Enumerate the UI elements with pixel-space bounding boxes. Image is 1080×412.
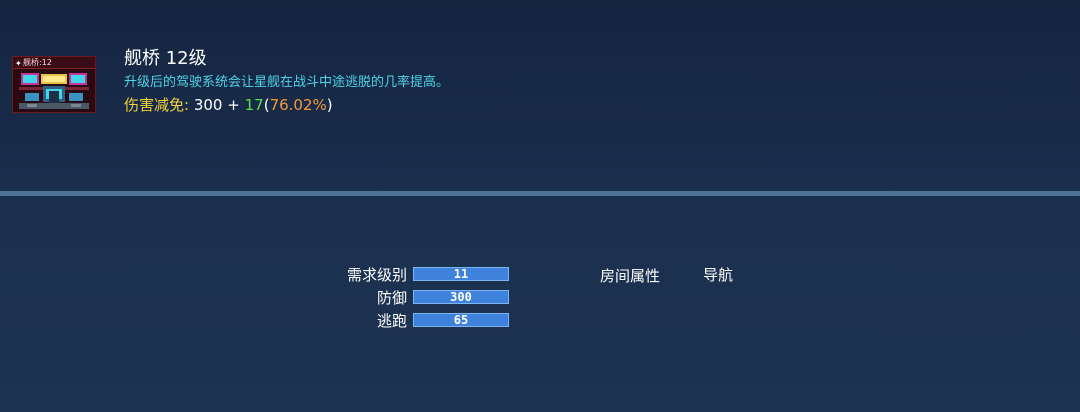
room-property-value: 导航 <box>703 266 734 284</box>
room-icon-label: 舰桥:12 <box>23 58 52 67</box>
room-description: 升级后的驾驶系统会让星舰在战斗中途逃脱的几率提高。 <box>124 75 450 90</box>
stat-bar-required-level: 11 <box>413 267 509 281</box>
damage-reduction-percent: 76.02% <box>269 96 327 114</box>
stat-bar-defense: 300 <box>413 290 509 304</box>
room-stats-panel <box>0 196 1080 412</box>
stat-bar-escape: 65 <box>413 313 509 327</box>
damage-reduction-bonus: 17 <box>244 96 264 114</box>
stat-label-escape: 逃跑 <box>376 312 407 330</box>
damage-reduction: 伤害减免: 300 + 17(76.02%) <box>124 95 333 115</box>
damage-reduction-plus: + <box>227 96 240 114</box>
stat-label-defense: 防御 <box>376 289 407 307</box>
damage-reduction-base: 300 <box>193 96 223 114</box>
room-icon-label-bar: ✦ 舰桥:12 <box>13 57 95 69</box>
bridge-console-icon <box>19 71 89 109</box>
damage-reduction-close-paren: ) <box>326 96 333 114</box>
stat-label-required-level: 需求级别 <box>346 266 407 284</box>
crew-emblem-icon: ✦ <box>15 59 22 68</box>
room-title: 舰桥 12级 <box>124 48 207 69</box>
damage-reduction-label: 伤害减免: <box>124 96 190 114</box>
room-property-label: 房间属性 <box>600 267 661 285</box>
bridge-room-icon: ✦ 舰桥:12 <box>12 56 96 113</box>
